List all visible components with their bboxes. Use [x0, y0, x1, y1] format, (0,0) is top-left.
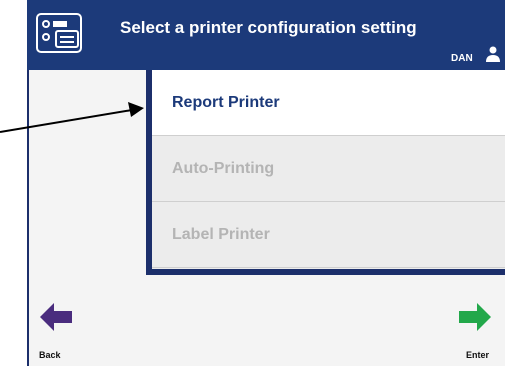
enter-label: Enter — [466, 350, 490, 360]
list-item-label-printer: Label Printer — [152, 202, 505, 268]
list-item-auto-printing: Auto-Printing — [152, 136, 505, 202]
header-title: Select a printer configuration setting — [120, 18, 417, 37]
header-bar: Select a printer configuration setting D… — [27, 0, 505, 70]
list-item-label: Report Printer — [172, 93, 280, 111]
list-item-label: Auto-Printing — [172, 159, 275, 177]
user-name: DAN — [451, 53, 473, 64]
user-icon — [486, 46, 500, 62]
printer-settings-list: Report Printer Auto-Printing Label Print… — [146, 70, 505, 275]
list-item-label: Label Printer — [172, 225, 270, 243]
arrow-left-icon[interactable] — [40, 303, 72, 331]
arrow-right-icon[interactable] — [459, 303, 491, 331]
pointer-arrow-icon — [0, 102, 144, 133]
list-item-report-printer[interactable]: Report Printer — [152, 70, 505, 136]
back-label: Back — [39, 350, 61, 360]
printer-configuration-icon — [36, 13, 82, 53]
